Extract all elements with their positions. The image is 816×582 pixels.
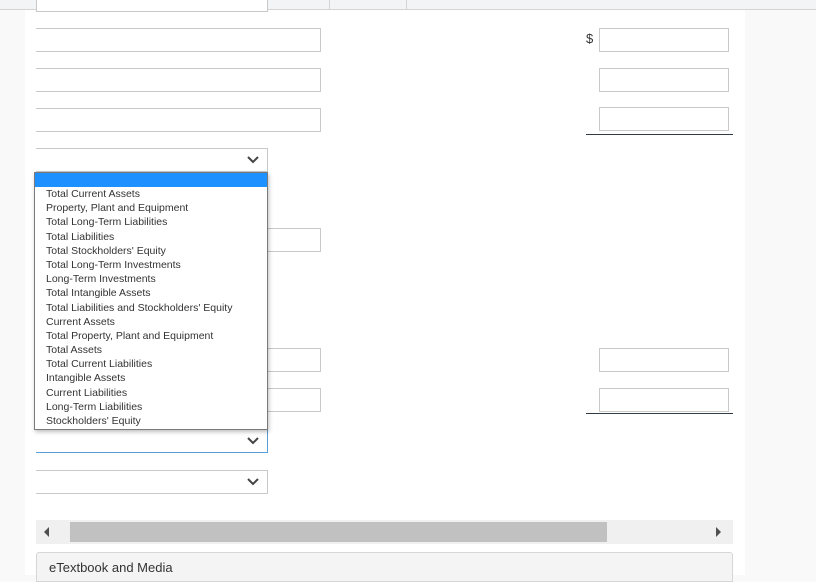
header-divider — [329, 0, 330, 9]
dropdown-option[interactable]: Total Intangible Assets — [35, 286, 267, 300]
account-amount-input[interactable] — [36, 108, 321, 132]
dropdown-option[interactable]: Total Property, Plant and Equipment — [35, 329, 267, 343]
scroll-left-arrow-icon[interactable] — [44, 527, 49, 537]
scrollbar-thumb[interactable] — [70, 522, 607, 542]
account-select[interactable] — [36, 470, 268, 494]
dropdown-option[interactable]: Total Current Assets — [35, 187, 267, 201]
etextbook-label: eTextbook and Media — [49, 560, 173, 575]
dropdown-option[interactable]: Current Assets — [35, 315, 267, 329]
dropdown-option[interactable]: Long-Term Liabilities — [35, 400, 267, 414]
dropdown-option[interactable]: Total Liabilities — [35, 230, 267, 244]
scroll-right-arrow-icon[interactable] — [716, 527, 721, 537]
total-amount-input[interactable] — [599, 107, 729, 131]
chevron-down-icon — [247, 437, 259, 445]
currency-symbol: $ — [586, 31, 594, 46]
etextbook-panel[interactable]: eTextbook and Media — [36, 552, 733, 582]
chevron-down-icon — [247, 156, 259, 164]
dropdown-option[interactable]: Property, Plant and Equipment — [35, 201, 267, 215]
total-amount-input[interactable] — [599, 388, 729, 412]
subtotal-rule — [586, 134, 733, 135]
account-amount-input[interactable] — [36, 28, 321, 52]
dropdown-option[interactable]: Total Stockholders' Equity — [35, 244, 267, 258]
total-amount-input[interactable] — [599, 68, 729, 92]
total-amount-input[interactable] — [599, 28, 729, 52]
dropdown-option[interactable]: Total Assets — [35, 343, 267, 357]
dropdown-option[interactable]: Total Long-Term Investments — [35, 258, 267, 272]
account-dropdown-list[interactable]: Total Current Assets Property, Plant and … — [34, 172, 268, 430]
account-select[interactable] — [36, 148, 268, 172]
dropdown-option[interactable]: Total Current Liabilities — [35, 357, 267, 371]
dropdown-option[interactable]: Total Liabilities and Stockholders' Equi… — [35, 301, 267, 315]
chevron-down-icon — [247, 478, 259, 486]
account-select-focused[interactable] — [36, 429, 268, 453]
input-field-partial[interactable] — [36, 0, 268, 12]
horizontal-scrollbar[interactable] — [36, 520, 733, 544]
dropdown-option[interactable]: Stockholders' Equity — [35, 414, 267, 428]
account-amount-input[interactable] — [36, 68, 321, 92]
dropdown-option[interactable]: Long-Term Investments — [35, 272, 267, 286]
dropdown-option[interactable]: Total Long-Term Liabilities — [35, 215, 267, 229]
dropdown-option[interactable]: Current Liabilities — [35, 386, 267, 400]
dropdown-option[interactable]: Intangible Assets — [35, 371, 267, 385]
dropdown-option[interactable] — [35, 173, 267, 187]
total-amount-input[interactable] — [599, 348, 729, 372]
subtotal-rule — [586, 413, 733, 414]
header-divider — [406, 0, 407, 9]
